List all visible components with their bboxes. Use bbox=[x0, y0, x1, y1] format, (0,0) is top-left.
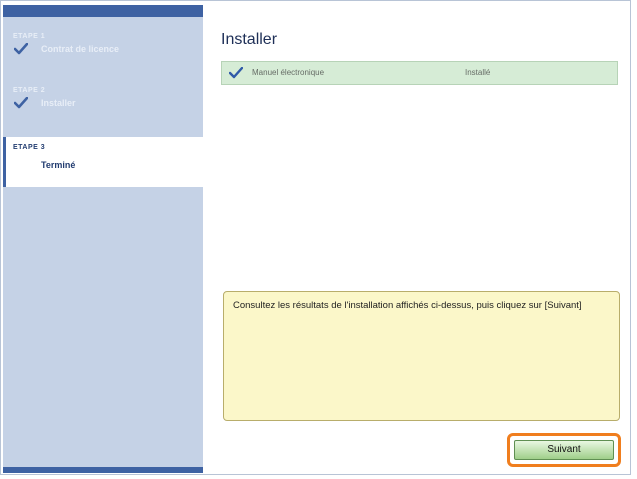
page-title: Installer bbox=[221, 31, 278, 48]
step-sidebar: ETAPE 1 Contrat de licence ETAPE 2 Insta… bbox=[3, 5, 203, 473]
sidebar-top-bar bbox=[3, 5, 203, 17]
result-item-name: Manuel électronique bbox=[252, 68, 325, 77]
checkmark-icon bbox=[14, 43, 28, 55]
step-label: Terminé bbox=[41, 160, 76, 170]
step-number: ETAPE 1 bbox=[13, 33, 46, 40]
sidebar-bottom-bar bbox=[3, 467, 203, 473]
next-button[interactable]: Suivant bbox=[514, 440, 614, 460]
step-label: Contrat de licence bbox=[41, 44, 120, 54]
installer-window: ETAPE 1 Contrat de licence ETAPE 2 Insta… bbox=[0, 0, 631, 475]
step-number: ETAPE 3 bbox=[13, 144, 46, 151]
checkmark-icon bbox=[229, 67, 243, 79]
checkmark-icon bbox=[14, 97, 28, 109]
result-row: Manuel électronique Installé bbox=[221, 61, 618, 85]
next-button-highlight: Suivant bbox=[507, 433, 621, 467]
step-number: ETAPE 2 bbox=[13, 87, 46, 94]
step-3-current: ETAPE 3 Terminé bbox=[3, 137, 203, 187]
step-2: ETAPE 2 Installer bbox=[3, 87, 203, 127]
instruction-message: Consultez les résultats de l'installatio… bbox=[223, 291, 620, 421]
step-label: Installer bbox=[41, 98, 76, 108]
step-1: ETAPE 1 Contrat de licence bbox=[3, 33, 203, 73]
result-item-status: Installé bbox=[465, 68, 491, 77]
